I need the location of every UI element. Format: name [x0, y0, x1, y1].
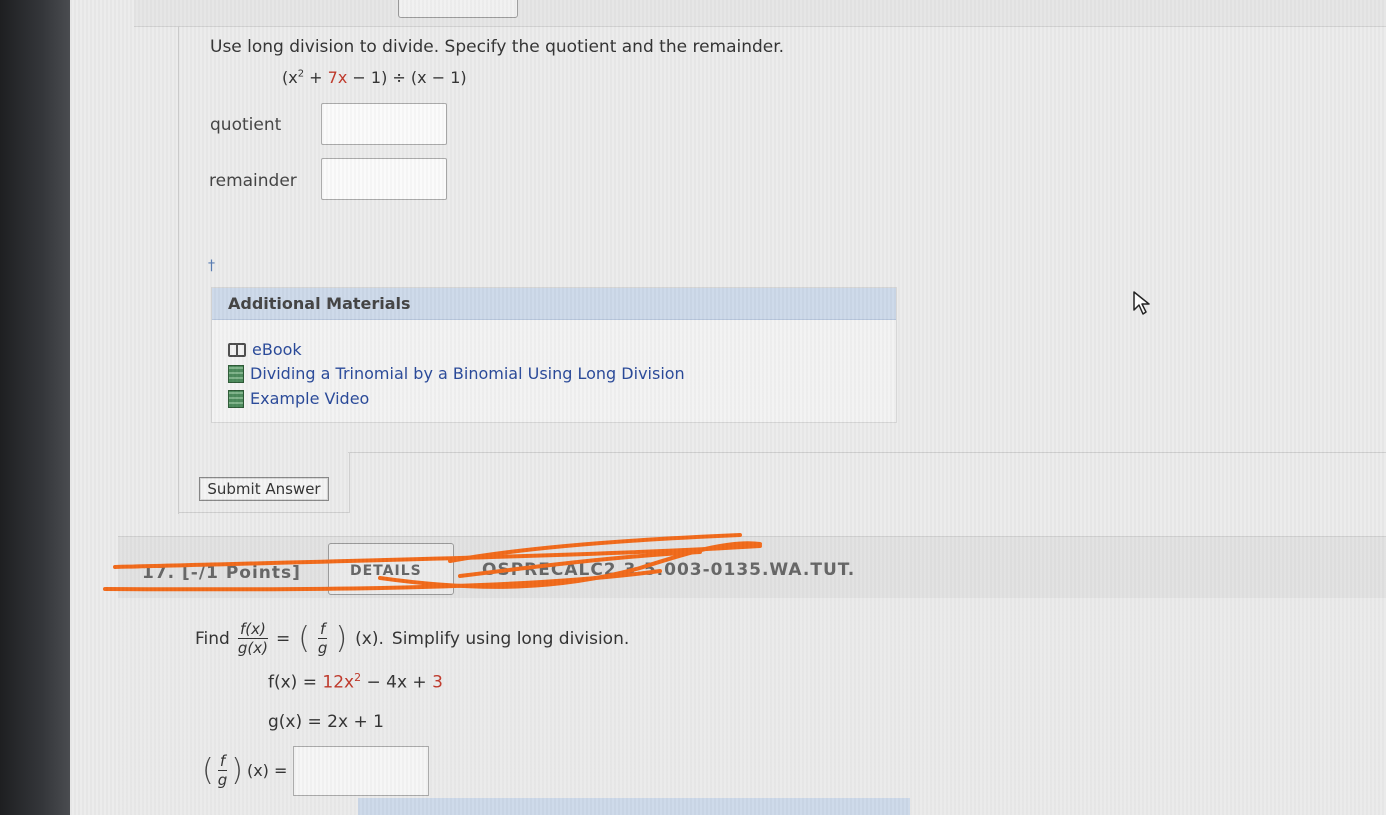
left-paren: ( [298, 621, 310, 656]
fraction-denominator: g(x) [237, 639, 268, 657]
right-paren: ) [231, 753, 243, 788]
fraction-numerator: f(x) [237, 620, 268, 639]
video-icon [228, 389, 244, 408]
browser-screen: Use long division to divide. Specify the… [70, 0, 1386, 815]
g-of-x-definition: g(x) = 2x + 1 [268, 712, 384, 732]
divider-line [348, 452, 1386, 453]
left-paren: ( [202, 753, 214, 788]
operator-denominator: g [317, 639, 328, 657]
submit-area [178, 452, 1386, 513]
question-number-points: 17. [-/1 Points] [142, 563, 301, 583]
result-prefix: ( f g ) (x) = [202, 752, 287, 789]
result-numerator: f [217, 752, 228, 771]
remainder-input[interactable] [321, 158, 447, 200]
dividing-trinomial-label: Dividing a Trinomial by a Binomial Using… [250, 364, 685, 383]
f-of-x-definition: f(x) = 12x2 − 4x + 3 [268, 671, 443, 693]
question-instruction: Use long division to divide. Specify the… [210, 37, 785, 57]
monitor-bezel [0, 0, 70, 815]
result-operator: f g [218, 752, 228, 789]
question-code: OSPRECALC2 3.5.003-0135.WA.TUT. [482, 560, 856, 580]
find-label: Find [195, 628, 230, 649]
video-icon [228, 364, 244, 383]
operator-numerator: f [318, 620, 328, 639]
mouse-cursor-icon [1133, 291, 1150, 315]
simplify-instruction: Simplify using long division. [391, 628, 630, 649]
previous-question-strip [134, 0, 1386, 27]
result-suffix: (x) = [246, 761, 288, 780]
example-video-link[interactable]: Example Video [228, 389, 369, 408]
f-over-g-operator: f g [318, 620, 328, 657]
submit-answer-button[interactable]: Submit Answer [199, 477, 329, 501]
details-label: DETAILS [350, 563, 422, 579]
of-x-label: (x). [355, 628, 384, 649]
find-statement: Find f(x) g(x) = ( f g ) (x). Simplify u… [195, 620, 629, 657]
f-over-g-fraction: f(x) g(x) [238, 620, 268, 657]
dividing-trinomial-video-link[interactable]: Dividing a Trinomial by a Binomial Using… [228, 364, 685, 383]
book-icon [228, 342, 246, 357]
equals-sign: = [275, 628, 291, 649]
result-denominator: g [217, 771, 228, 789]
division-expression: (x2 + 7x − 1) ÷ (x − 1) [282, 68, 467, 87]
quotient-label: quotient [210, 115, 282, 135]
remainder-label: remainder [209, 171, 297, 191]
ebook-label: eBook [252, 340, 302, 359]
previous-details-button[interactable] [398, 0, 518, 18]
result-input[interactable] [293, 746, 429, 796]
right-paren: ) [335, 621, 348, 656]
example-video-label: Example Video [250, 389, 370, 408]
additional-materials-panel: Additional Materials eBook Dividing a Tr… [211, 287, 897, 423]
ebook-link[interactable]: eBook [228, 340, 302, 359]
dagger-marker: † [208, 258, 215, 274]
quotient-input[interactable] [321, 103, 447, 145]
question-panel [178, 26, 1386, 514]
additional-materials-header: Additional Materials [212, 288, 896, 320]
next-materials-header [358, 798, 910, 815]
